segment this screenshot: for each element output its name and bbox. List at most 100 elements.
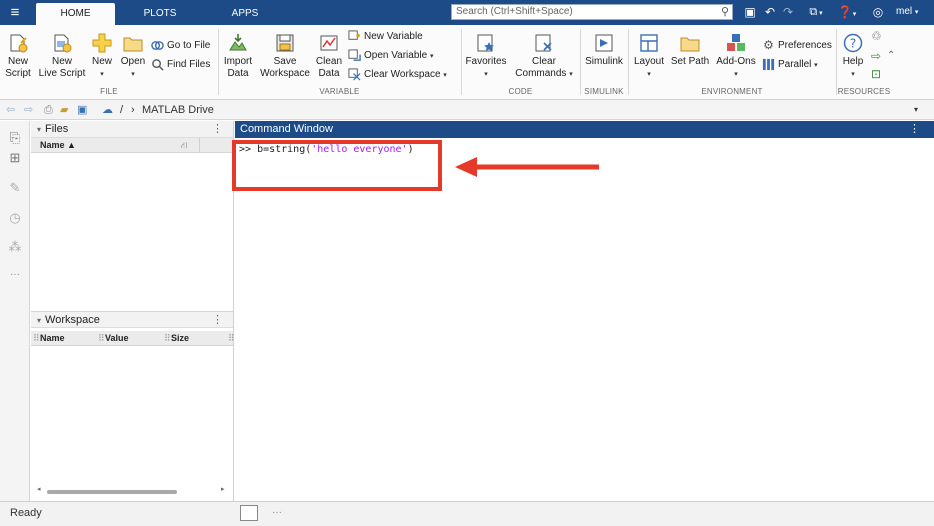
tab-plots[interactable]: PLOTS xyxy=(134,3,186,25)
clear-workspace-caret-icon: ▾ xyxy=(443,72,447,80)
workspace-panel-title: Workspace xyxy=(45,314,100,326)
cloud-icon: ☁ xyxy=(102,104,113,116)
clean-data-icon xyxy=(320,35,338,51)
save-workspace-button[interactable]: Save Workspace xyxy=(259,33,311,80)
simulink-label: Simulink xyxy=(585,56,623,67)
request-support-icon[interactable]: ⇨ xyxy=(871,49,881,63)
clear-workspace-button[interactable]: Clear Workspace ▾ xyxy=(348,68,447,83)
add-ons-panel-icon[interactable]: ⁂ xyxy=(6,238,24,256)
menu-icon[interactable]: ≡ xyxy=(4,2,26,23)
notifications-icon[interactable]: ◎ xyxy=(871,4,885,20)
grip-icon: ⠿ xyxy=(228,333,235,343)
import-data-button[interactable]: Import Data xyxy=(221,33,255,80)
annotation-arrow-icon xyxy=(455,157,599,177)
learn-matlab-icon[interactable]: ⊡ xyxy=(871,67,881,81)
workspace-horizontal-scrollbar[interactable]: ◂ ▸ xyxy=(37,486,227,495)
files-panel-header: ▾ Files ⋮ xyxy=(31,121,233,138)
parallel-caret-icon: ▾ xyxy=(814,62,818,70)
parallel-button[interactable]: Parallel ▾ xyxy=(762,58,818,73)
workspace-size-column[interactable]: Size xyxy=(171,331,189,346)
workspace-value-column[interactable]: Value xyxy=(105,331,129,346)
command-window-header: Command Window ⋮ xyxy=(235,121,934,138)
add-ons-button[interactable]: Add-Ons ▾ xyxy=(714,33,758,81)
editor-panel-icon[interactable]: ✎ xyxy=(6,179,24,197)
scrollbar-thumb[interactable] xyxy=(47,490,177,494)
new-variable-label: New Variable xyxy=(364,31,423,43)
set-path-button[interactable]: Set Path xyxy=(670,33,710,68)
open-button[interactable]: Open ▾ xyxy=(119,33,147,81)
more-panels-icon[interactable]: ··· xyxy=(6,266,24,284)
open-variable-button[interactable]: Open Variable ▾ xyxy=(348,49,434,64)
save-icon[interactable]: ▣ xyxy=(743,4,757,20)
clean-data-button[interactable]: Clean Data xyxy=(314,33,344,80)
clear-commands-label: Clear Commands xyxy=(515,56,567,79)
go-to-file-label: Go to File xyxy=(167,40,211,52)
scroll-left-icon[interactable]: ◂ xyxy=(37,485,41,493)
layout-button[interactable]: Layout ▾ xyxy=(632,33,666,81)
workspace-name-column[interactable]: Name xyxy=(40,331,65,346)
status-text: Ready xyxy=(10,507,42,519)
parallel-icon xyxy=(762,58,775,71)
favorites-icon xyxy=(477,34,494,52)
ribbon-separator xyxy=(461,29,462,95)
community-icon[interactable]: ♲ xyxy=(871,29,882,43)
user-name: mel xyxy=(896,6,913,17)
browse-folder-icon[interactable]: ▰ xyxy=(60,102,68,118)
preferences-label: Preferences xyxy=(778,40,832,52)
search-folder-icon[interactable]: ▣ xyxy=(77,102,87,118)
command-window-tab-icon[interactable] xyxy=(240,505,258,521)
workspace-collapse-icon[interactable]: ▾ xyxy=(37,316,41,325)
files-name-column[interactable]: Name ▲ xyxy=(40,138,76,153)
import-data-label: Import Data xyxy=(223,56,253,79)
forward-icon[interactable]: ⇨ xyxy=(24,102,33,118)
find-files-icon xyxy=(152,59,164,71)
workspace-menu-icon[interactable]: ⋮ xyxy=(212,312,223,329)
find-files-button[interactable]: Find Files xyxy=(151,58,210,72)
tab-apps[interactable]: APPS xyxy=(222,3,268,25)
more-options-icon[interactable]: ··· xyxy=(272,507,282,518)
workspace-panel-icon[interactable]: ⊞ xyxy=(6,149,24,167)
new-live-script-button[interactable]: New Live Script xyxy=(38,33,86,80)
new-variable-button[interactable]: New Variable xyxy=(348,30,423,44)
files-collapse-icon[interactable]: ▾ xyxy=(37,125,41,134)
help-button[interactable]: ? Help ▾ xyxy=(840,33,866,81)
collapse-toolstrip-icon[interactable]: ⌃ xyxy=(887,49,895,63)
clear-commands-button[interactable]: Clear Commands ▾ xyxy=(512,33,576,81)
current-folder-path[interactable]: MATLAB Drive xyxy=(142,102,214,118)
favorites-button[interactable]: Favorites ▾ xyxy=(464,33,508,81)
workspace-column-header: ⠿ Name ⠿ Value ⠿ Size ⠿ xyxy=(31,331,235,346)
preferences-button[interactable]: ⚙ Preferences xyxy=(762,39,832,53)
switch-windows-icon[interactable]: ⧉ ▾ xyxy=(805,4,827,22)
clear-workspace-label: Clear Workspace xyxy=(364,69,441,81)
redo-icon[interactable]: ↷ xyxy=(781,4,795,20)
scroll-right-icon[interactable]: ▸ xyxy=(221,485,225,493)
user-menu[interactable]: mel ▾ xyxy=(896,4,918,21)
clear-commands-icon xyxy=(535,34,552,52)
address-dropdown-icon[interactable]: ▾ xyxy=(914,102,918,118)
git-column-icon: ⛙ xyxy=(181,140,188,150)
layout-icon xyxy=(640,34,658,52)
ribbon-separator xyxy=(218,29,219,95)
new-script-button[interactable]: New Script xyxy=(3,33,33,80)
command-window[interactable]: >> b=string('hello everyone') xyxy=(235,138,934,501)
favorites-caret-icon: ▾ xyxy=(484,71,488,78)
add-ons-label: Add-Ons xyxy=(716,56,756,67)
history-panel-icon[interactable]: ◷ xyxy=(6,209,24,227)
files-panel-icon[interactable]: ⎘ xyxy=(6,129,24,147)
help-icon[interactable]: ❓▾ xyxy=(836,4,858,23)
search-input[interactable]: Search (Ctrl+Shift+Space) ⚲ xyxy=(451,4,733,20)
up-folder-icon[interactable]: ⎙ xyxy=(44,102,53,118)
parallel-label: Parallel xyxy=(778,59,812,71)
new-label: New xyxy=(91,56,112,67)
open-variable-caret-icon: ▾ xyxy=(429,53,434,61)
tab-home[interactable]: HOME xyxy=(36,3,115,25)
undo-icon[interactable]: ↶ xyxy=(763,4,777,20)
code-group-label: CODE xyxy=(508,87,533,96)
new-button[interactable]: New ▾ xyxy=(89,33,115,81)
workspace-panel: ▾ Workspace ⋮ ⠿ Name ⠿ Value ⠿ Size ⠿ ◂ ▸ xyxy=(31,311,235,501)
command-window-menu-icon[interactable]: ⋮ xyxy=(909,121,920,138)
simulink-button[interactable]: Simulink xyxy=(583,33,625,68)
files-menu-icon[interactable]: ⋮ xyxy=(212,121,223,138)
go-to-file-button[interactable]: Go to File xyxy=(151,39,210,53)
back-icon[interactable]: ⇦ xyxy=(6,102,15,118)
